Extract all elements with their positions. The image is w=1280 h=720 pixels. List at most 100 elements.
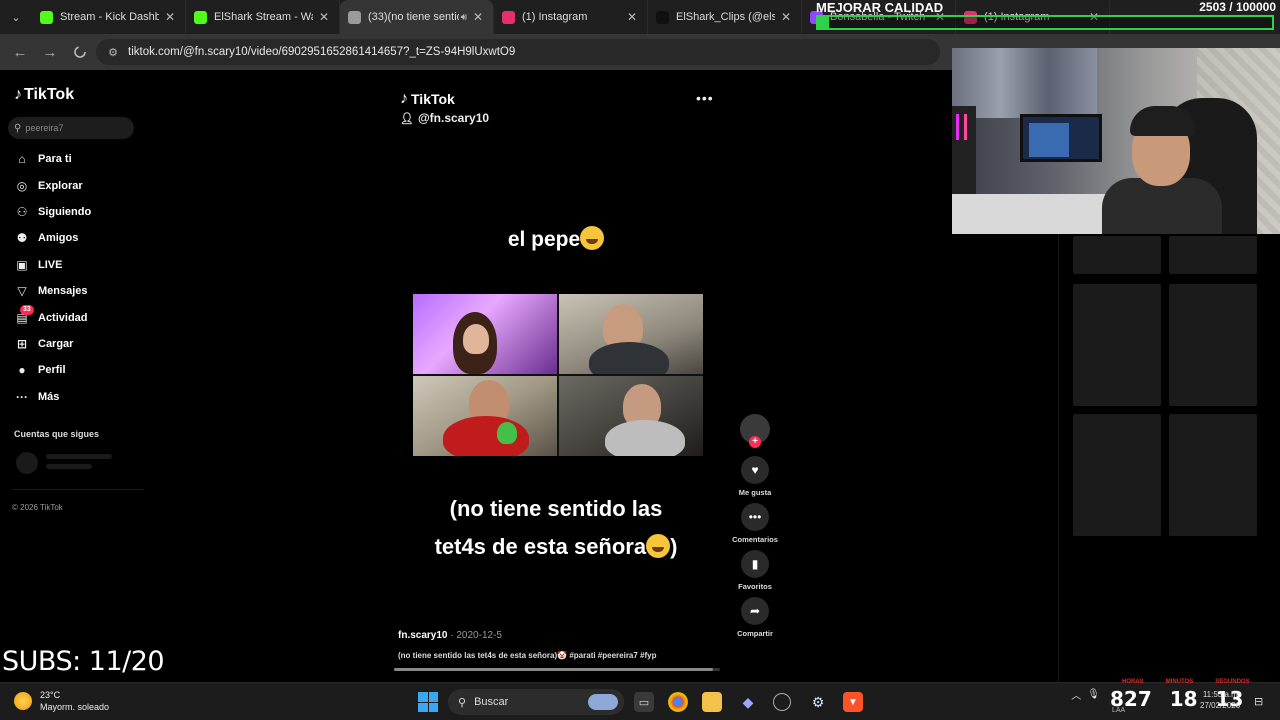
share-icon[interactable]: ➦ [741,597,769,625]
forward-arrow-icon[interactable]: → [36,38,64,66]
clock-date: 27/02/2026 [1200,701,1241,710]
video-caption-top: el pepe [400,226,712,252]
following-icon: ⚇ [14,204,30,220]
speaker-icon[interactable]: 🔊︎ [461,12,467,23]
comment-icon[interactable]: ••• [741,503,769,531]
tab-title: ElShark_Clips (@elsha [676,11,775,23]
sidebar-item-label: Actividad [38,311,88,324]
webcam-person-cap [1130,106,1196,136]
brave-icon[interactable]: ▼ [843,692,863,712]
nav-glyph: ⊞ [16,336,28,351]
tab-favicon-icon [348,10,361,24]
chrome-icon[interactable] [668,692,688,712]
recommendation-placeholder [1169,236,1257,274]
friends-icon: ⚉ [14,230,30,246]
site-info-icon[interactable]: ⚙ [106,45,120,59]
activity-icon: ▤ 33 [14,304,34,326]
browser-tab[interactable]: ElShark Stream - Watc ✕ [186,0,340,34]
sidebar-item-perfil[interactable]: ● Perfil [14,357,144,383]
notification-icon[interactable]: ⊟ [1254,695,1263,708]
tab-search-chevron-icon[interactable]: ⌄ [0,0,32,34]
video-handle[interactable]: 👤︎ @fn.scary10 [400,111,489,125]
video-progress-bar[interactable] [394,668,720,671]
sidebar-item-label: Para ti [38,153,72,166]
timer-digit: 18 [1169,687,1198,711]
tiktok-logo[interactable]: ♪ TikTok [14,86,74,104]
webcam-monitor-screen [1029,123,1069,157]
timer-label: MINUTOS [1165,679,1194,685]
more-options-icon[interactable]: ••• [696,90,714,106]
sidebar-item-live[interactable]: ▣ LIVE [14,252,144,278]
search-placeholder: peereira7 [25,123,64,133]
sidebar-item-actividad[interactable]: ▤ 33 Actividad [14,304,144,330]
recommendation-placeholder [1073,414,1161,536]
compass-icon: ◎ [14,178,30,194]
sidebar-item-explorar[interactable]: ◎ Explorar [14,172,144,198]
bookmark-button[interactable]: ▮ Favoritos [728,550,782,591]
sidebar-item-para-ti[interactable]: ⌂ Para ti [14,146,144,172]
browser-tab[interactable]: (1) Instagram ✕ [494,0,648,34]
system-tray: ︿ 🎙︎ [1065,687,1100,702]
nav-glyph: ··· [16,389,28,404]
video-handle-text: @fn.scary10 [417,111,490,125]
sidebar-item-siguiendo[interactable]: ⚇ Siguiendo [14,199,144,225]
video-progress-fill [394,668,714,671]
tab-title: (33)(no tiene sentid [368,11,459,23]
app-circle-icon[interactable] [773,693,791,711]
video-frame[interactable] [413,294,703,456]
action-glyph: ➦ [749,604,761,618]
file-explorer-icon[interactable] [702,692,722,712]
action-label: Comentarios [732,535,778,544]
logo-text: TikTok [24,86,75,103]
avatar[interactable]: + [740,414,770,448]
comment-button[interactable]: ••• Comentarios [728,503,782,544]
sidebar-item-mensajes[interactable]: ▽ Mensajes [14,278,144,304]
address-bar[interactable]: ⚙ tiktok.com/@fn.scary10/video/690295165… [96,39,940,65]
heart-button[interactable]: ♥ Me gusta [728,456,782,497]
copyright: © 2026 TikTok [12,503,63,512]
sidebar-item-amigos[interactable]: ⚉ Amigos [14,225,144,251]
webcam-person-torso [1102,178,1222,234]
microphone-icon[interactable]: 🎙︎ [1087,689,1100,700]
close-tab-icon[interactable]: ✕ [163,10,177,24]
video-brand: ♪ TikTok [400,90,455,108]
back-arrow-icon[interactable]: ← [6,38,34,66]
weather-widget[interactable]: 23°C Mayorm. soleado [14,689,109,713]
following-section-title: Cuentas que sigues [14,429,100,439]
webcam-pc-led [956,114,959,140]
close-tab-icon[interactable]: ✕ [471,10,485,24]
language-indicator[interactable]: LAA [1112,707,1125,714]
app-diamond-icon[interactable]: ◆ [738,692,758,712]
nav-glyph: ⚇ [16,204,28,219]
follow-plus-icon[interactable]: + [749,436,761,448]
taskbar-search-label: Buscar [474,696,509,708]
windows-start-icon[interactable] [418,692,438,712]
close-tab-icon[interactable]: ✕ [317,10,331,24]
browser-tab[interactable]: (33)(no tiene sentid 🔊︎ ✕ [340,0,494,34]
search-input[interactable]: ⚲ peereira7 [8,117,134,139]
taskbar-clock[interactable]: 11:53 a.m. 27/02/2026 [1200,689,1240,711]
close-tab-icon[interactable]: ✕ [779,10,793,24]
close-tab-icon[interactable]: ✕ [625,10,639,24]
recommendation-placeholder [1169,414,1257,536]
taskbar-search[interactable]: ⚲ Buscar [448,689,624,715]
tab-favicon-icon [656,10,669,24]
video-author[interactable]: fn.scary10 · 2020-12-5 [398,630,502,641]
task-view-icon[interactable]: ▭ [634,692,654,712]
browser-tab[interactable]: ElShark_Clips (@elsha ✕ [648,0,802,34]
creator-avatar[interactable]: + [728,414,782,448]
sidebar-item-m-s[interactable]: ··· Más [14,384,144,410]
share-button[interactable]: ➦ Compartir [728,597,782,638]
bookmark-icon[interactable]: ▮ [741,550,769,578]
tray-chevron-icon[interactable]: ︿ [1071,687,1081,702]
following-skeleton-line [46,454,112,459]
video-quadrant [413,376,557,456]
person-face [463,324,489,354]
recommendation-placeholder [1169,284,1257,406]
heart-icon[interactable]: ♥ [741,456,769,484]
sidebar-item-cargar[interactable]: ⊞ Cargar [14,331,144,357]
browser-tab[interactable]: Stream - Kick Dashboa ✕ [32,0,186,34]
stop-loading-icon[interactable] [66,38,94,66]
steam-icon[interactable]: ⚙ [808,692,828,712]
user-icon: 👤︎ [400,112,414,125]
